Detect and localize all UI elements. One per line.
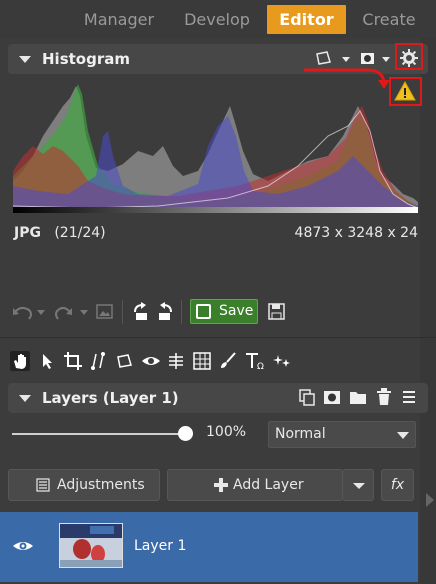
histogram-title: Histogram <box>42 50 130 68</box>
effects-icon[interactable] <box>272 351 292 371</box>
grid-icon[interactable] <box>192 351 212 371</box>
selection-tool-icon[interactable] <box>115 351 135 371</box>
redo-icon[interactable] <box>54 302 92 322</box>
chevron-down-icon <box>397 432 409 439</box>
histogram-format: JPG (21/24) <box>14 225 106 241</box>
collapse-layers-icon[interactable] <box>19 395 31 402</box>
rotate-right-icon[interactable] <box>155 302 175 322</box>
save-as-icon[interactable] <box>267 302 287 322</box>
save-icon <box>196 304 211 319</box>
annotation-box-settings <box>395 43 423 70</box>
layers-title: Layers (Layer 1) <box>42 389 179 407</box>
histogram-graph <box>12 84 419 213</box>
mode-bar: Manager Develop Editor Create <box>0 0 436 38</box>
tab-manager[interactable]: Manager <box>72 5 166 34</box>
eye-icon[interactable] <box>141 351 161 371</box>
folder-icon[interactable] <box>349 388 367 406</box>
crop-icon[interactable] <box>63 351 83 371</box>
save-label: Save <box>219 303 254 319</box>
opacity-slider[interactable] <box>12 433 190 435</box>
adjustments-label: Adjustments <box>57 477 145 493</box>
image-format: JPG <box>14 225 41 241</box>
expand-panel-icon[interactable] <box>423 493 436 533</box>
add-layer-dropdown[interactable] <box>342 469 374 501</box>
eye-icon[interactable] <box>12 538 34 554</box>
save-button[interactable]: Save <box>190 299 258 324</box>
pointer-icon[interactable] <box>38 351 58 371</box>
layer-thumbnail <box>59 523 123 568</box>
plus-icon <box>214 478 228 492</box>
image-index: (21/24) <box>54 225 106 241</box>
brush-icon[interactable] <box>218 351 238 371</box>
rotate-left-icon[interactable] <box>131 302 151 322</box>
layer-mask-icon[interactable] <box>323 388 341 406</box>
opacity-value: 100% <box>206 424 247 440</box>
tab-editor[interactable]: Editor <box>267 5 346 34</box>
blend-mode-select[interactable]: Normal <box>268 421 416 448</box>
layer-name: Layer 1 <box>134 538 187 554</box>
image-dimensions: 4873 x 3248 x 24 <box>294 225 418 241</box>
fx-button[interactable]: fx <box>381 469 414 501</box>
add-layer-button[interactable]: Add Layer <box>167 469 343 501</box>
text-icon[interactable]: Ω <box>244 351 264 372</box>
adjustments-button[interactable]: Adjustments <box>8 469 160 501</box>
adjustments-icon <box>36 478 50 492</box>
hand-icon[interactable] <box>10 351 30 371</box>
tab-create[interactable]: Create <box>352 5 426 34</box>
delete-layer-icon[interactable] <box>375 387 393 407</box>
level-icon[interactable] <box>166 351 186 371</box>
tab-develop[interactable]: Develop <box>172 5 262 34</box>
toolbar-divider-2 <box>181 300 182 324</box>
menu-icon[interactable] <box>401 389 417 405</box>
undo-icon[interactable] <box>11 302 49 322</box>
straighten-icon[interactable] <box>88 351 108 371</box>
chevron-down-icon <box>353 483 365 489</box>
add-layer-label: Add Layer <box>233 477 304 493</box>
divider <box>0 337 436 338</box>
blend-mode-value: Normal <box>275 426 326 442</box>
image-icon[interactable] <box>96 304 114 320</box>
opacity-slider-handle[interactable] <box>178 426 193 441</box>
svg-text:Ω: Ω <box>257 362 264 371</box>
duplicate-layer-icon[interactable] <box>298 388 316 406</box>
collapse-histogram-icon[interactable] <box>19 56 31 63</box>
toolbar-divider <box>122 300 123 324</box>
